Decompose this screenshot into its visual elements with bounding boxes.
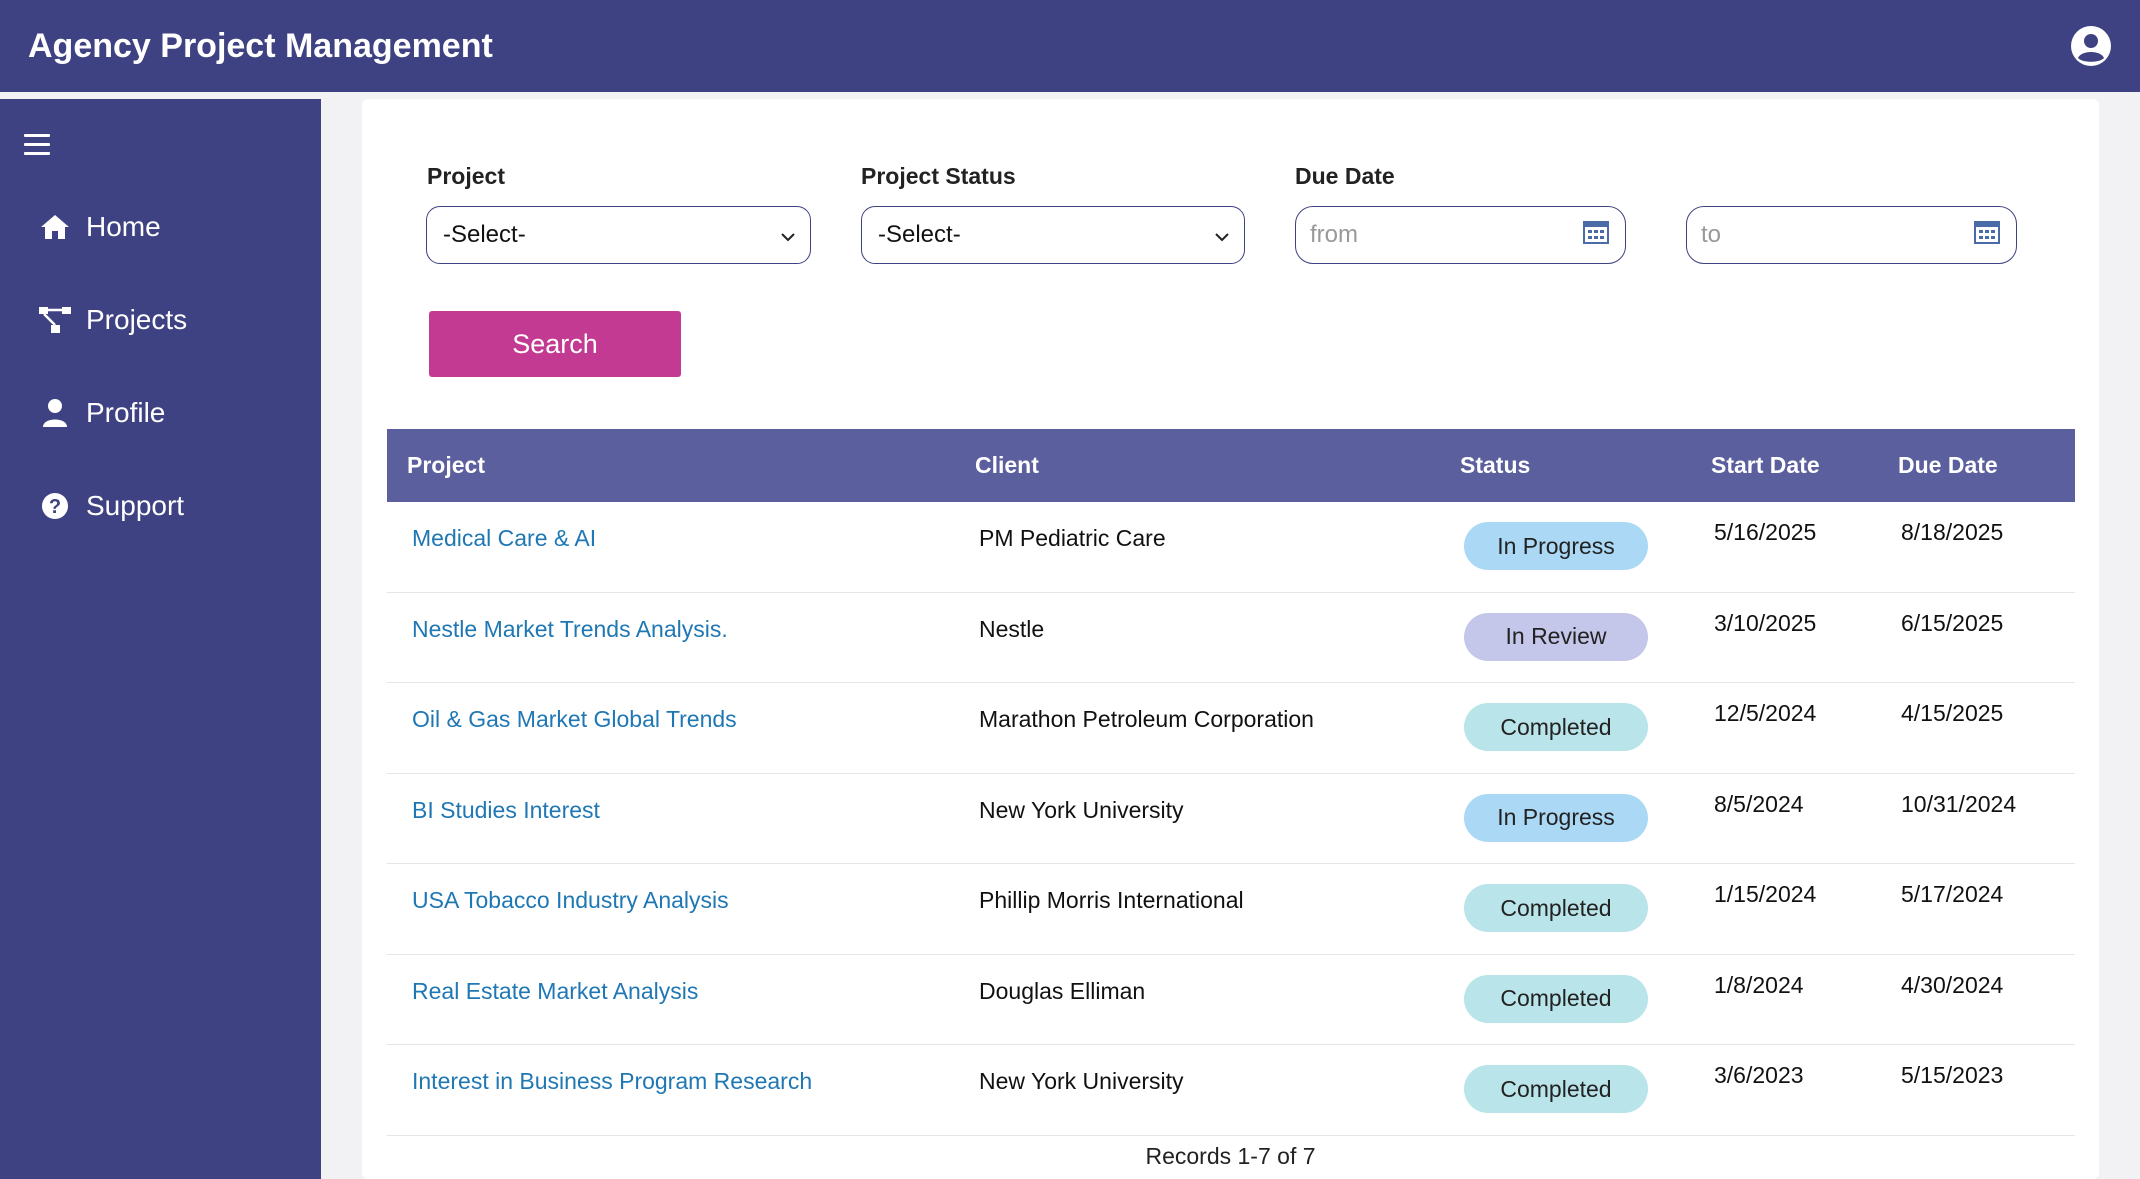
- app-title: Agency Project Management: [28, 26, 493, 65]
- menu-toggle-icon[interactable]: [24, 134, 54, 160]
- status-badge: Completed: [1464, 974, 1648, 1023]
- project-filter-label: Project: [427, 163, 505, 189]
- due-date-cell: 5/15/2023: [1901, 1062, 2004, 1088]
- table-row: Nestle Market Trends Analysis. Nestle In…: [387, 593, 2075, 683]
- top-bar: Agency Project Management: [0, 0, 2140, 92]
- client-cell: Douglas Elliman: [979, 977, 1146, 1004]
- project-link[interactable]: Interest in Business Program Research: [412, 1068, 812, 1095]
- table-header: Project Client Status Start Date Due Dat…: [387, 429, 2075, 502]
- calendar-icon[interactable]: [1583, 220, 1609, 251]
- project-select[interactable]: -Select-: [426, 206, 811, 264]
- due-date-cell: 8/18/2025: [1901, 519, 2004, 545]
- to-placeholder: to: [1701, 221, 1722, 248]
- column-header-status[interactable]: Status: [1460, 429, 1530, 502]
- from-placeholder: from: [1310, 221, 1358, 248]
- sidebar-item-profile[interactable]: Profile: [38, 388, 165, 438]
- records-count: Records 1-7 of 7: [1145, 1143, 1316, 1169]
- status-badge: In Progress: [1464, 522, 1648, 570]
- column-header-project[interactable]: Project: [407, 429, 485, 502]
- status-badge: In Progress: [1464, 793, 1648, 842]
- sidebar-item-label: Support: [86, 490, 185, 521]
- project-link[interactable]: USA Tobacco Industry Analysis: [412, 887, 729, 914]
- chevron-down-icon: [780, 221, 796, 249]
- project-select-value: -Select-: [443, 221, 526, 248]
- due-date-cell: 10/31/2024: [1901, 790, 2017, 817]
- status-select-value: -Select-: [878, 221, 961, 248]
- home-icon: [38, 210, 72, 244]
- due-date-cell: 4/15/2025: [1901, 700, 2004, 726]
- search-button[interactable]: Search: [429, 311, 681, 377]
- due-date-cell: 5/17/2024: [1901, 881, 2004, 907]
- start-date-cell: 1/15/2024: [1714, 881, 1817, 907]
- sidebar-item-projects[interactable]: Projects: [38, 295, 187, 345]
- sidebar-item-home[interactable]: Home: [38, 202, 161, 252]
- start-date-cell: 5/16/2025: [1714, 519, 1817, 545]
- project-link[interactable]: Medical Care & AI: [412, 525, 596, 552]
- due-date-to-input[interactable]: to: [1686, 206, 2017, 264]
- start-date-cell: 3/6/2023: [1714, 1062, 1804, 1088]
- user-icon: [38, 396, 72, 430]
- table-row: Real Estate Market Analysis Douglas Elli…: [387, 955, 2075, 1045]
- main-panel: Project -Select- Project Status -Select-…: [362, 99, 2099, 1179]
- start-date-cell: 12/5/2024: [1714, 700, 1817, 726]
- status-badge: Completed: [1464, 1065, 1648, 1113]
- projects-icon: [38, 303, 72, 337]
- status-badge: In Review: [1464, 612, 1648, 661]
- due-date-from-input[interactable]: from: [1295, 206, 1626, 264]
- table-row: Oil & Gas Market Global Trends Marathon …: [387, 683, 2075, 774]
- chevron-down-icon: [1214, 221, 1230, 249]
- client-cell: Marathon Petroleum Corporation: [979, 706, 1314, 732]
- client-cell: Nestle: [979, 615, 1045, 642]
- user-avatar-icon[interactable]: [2070, 25, 2112, 67]
- project-link[interactable]: Real Estate Market Analysis: [412, 978, 698, 1005]
- client-cell: New York University: [979, 796, 1184, 823]
- due-date-cell: 6/15/2025: [1901, 609, 2004, 636]
- calendar-icon[interactable]: [1974, 220, 2000, 251]
- projects-table: Project Client Status Start Date Due Dat…: [387, 429, 2075, 1136]
- status-badge: Completed: [1464, 884, 1648, 932]
- sidebar-item-label: Home: [86, 211, 161, 242]
- table-row: Interest in Business Program Research Ne…: [387, 1045, 2075, 1136]
- project-status-select[interactable]: -Select-: [861, 206, 1245, 264]
- table-row: Medical Care & AI PM Pediatric Care In P…: [387, 502, 2075, 593]
- client-cell: Phillip Morris International: [979, 887, 1244, 913]
- status-filter-label: Project Status: [861, 163, 1016, 189]
- start-date-cell: 1/8/2024: [1714, 971, 1804, 998]
- sidebar-item-support[interactable]: ? Support: [38, 481, 184, 531]
- column-header-due-date[interactable]: Due Date: [1898, 429, 1998, 502]
- client-cell: New York University: [979, 1068, 1184, 1094]
- sidebar: Home Projects Profile ? Support: [0, 99, 321, 1179]
- table-row: USA Tobacco Industry Analysis Phillip Mo…: [387, 864, 2075, 955]
- due-date-filter-label: Due Date: [1295, 163, 1395, 189]
- start-date-cell: 8/5/2024: [1714, 790, 1804, 817]
- status-badge: Completed: [1464, 703, 1648, 751]
- sidebar-item-label: Projects: [86, 304, 188, 335]
- project-link[interactable]: Oil & Gas Market Global Trends: [412, 706, 737, 733]
- project-link[interactable]: Nestle Market Trends Analysis.: [412, 616, 728, 643]
- sidebar-item-label: Profile: [86, 397, 166, 428]
- table-row: BI Studies Interest New York University …: [387, 774, 2075, 864]
- svg-text:?: ?: [49, 496, 61, 518]
- column-header-start-date[interactable]: Start Date: [1711, 429, 1820, 502]
- client-cell: PM Pediatric Care: [979, 525, 1166, 551]
- start-date-cell: 3/10/2025: [1714, 609, 1817, 636]
- column-header-client[interactable]: Client: [975, 429, 1039, 502]
- project-link[interactable]: BI Studies Interest: [412, 797, 600, 824]
- help-icon: ?: [38, 489, 72, 523]
- due-date-cell: 4/30/2024: [1901, 971, 2004, 998]
